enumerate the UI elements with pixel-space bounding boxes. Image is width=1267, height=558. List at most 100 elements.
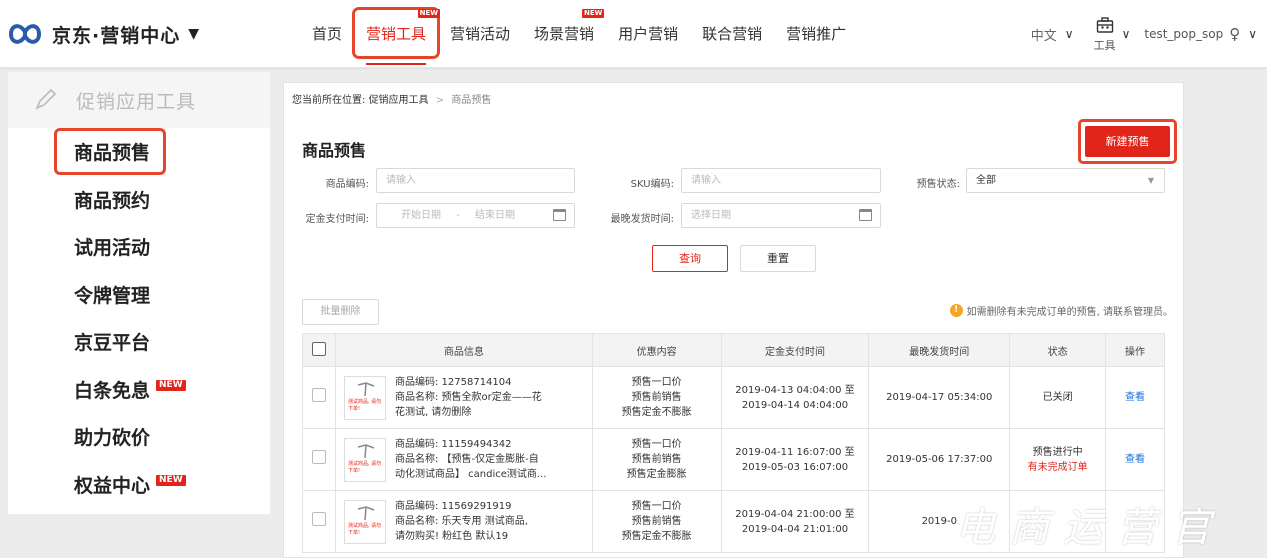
checkbox-cell [302, 490, 336, 553]
sidebar-item-label: 助力砍价 [74, 427, 151, 450]
sidebar-item-presale[interactable]: 商品预售 [8, 128, 270, 176]
deposit-cell: 2019-04-13 04:04:00 至 2019-04-14 04:04:0… [720, 366, 870, 429]
sidebar-item-label: 令牌管理 [74, 284, 151, 307]
product-code: 商品编码: 12758714104 [394, 377, 512, 388]
nav-marketing-tools[interactable]: 营销工具 NEW [352, 0, 441, 68]
product-thumbnail[interactable]: 测试商品, 请勿下单! [343, 437, 386, 482]
product-code: 商品编码: 11569291919 [394, 501, 512, 512]
chevron-down-icon[interactable]: ∨ [1065, 27, 1074, 41]
ship-cell: 2019-04-17 05:34:00 [868, 366, 1011, 429]
header-right: 中文 ∨ 工具 ∨ test_pop_sop ♀ ∨ [1031, 0, 1267, 68]
tools-menu[interactable]: 工具 [1094, 16, 1116, 53]
product-info-cell: 测试商品, 请勿下单! 商品编码: 11159494342 商品名称: 【预售-… [334, 428, 593, 491]
nav-user-marketing[interactable]: 用户营销 [606, 0, 690, 68]
select-value: 全部 [976, 175, 996, 186]
product-code-input[interactable]: 请输入 [376, 168, 575, 193]
sku-code-label: SKU编码: [630, 179, 674, 190]
toolbox-icon [1096, 16, 1113, 33]
product-thumbnail[interactable]: 测试商品, 请勿下单! [343, 499, 386, 544]
sidebar-item-trial[interactable]: 试用活动 [8, 223, 270, 271]
notice-text: 如需删除有未完成订单的预售, 请联系管理员。 [966, 307, 1173, 318]
sidebar-item-label: 权益中心 [74, 474, 151, 497]
sidebar-item-label: 白条免息 [74, 379, 151, 402]
product-code: 商品编码: 11159494342 [394, 439, 512, 450]
breadcrumb-separator: > [435, 95, 445, 106]
promo-cell: 预售一口价 预售前销售 预售定金不膨胀 [591, 490, 722, 553]
promo-line: 预售一口价 [631, 501, 682, 512]
nav-home[interactable]: 首页 [300, 0, 354, 68]
calendar-icon [553, 209, 566, 221]
nav-scene-marketing[interactable]: 场景营销 NEW [522, 0, 606, 68]
sidebar-item-baitiao[interactable]: 白条免息 NEW [8, 366, 270, 414]
product-name: 商品名称: 预售全款or定金——花 [394, 392, 542, 403]
nav-marketing-activities[interactable]: 营销活动 [438, 0, 522, 68]
presale-status-select[interactable]: 全部 ▼ [966, 168, 1165, 193]
nav-label: 营销活动 [450, 25, 511, 43]
highlight-box [54, 128, 166, 175]
row-checkbox[interactable] [311, 512, 326, 526]
product-name-cont: 花测试, 请勿删除 [394, 407, 472, 418]
sidebar-heading: 促销应用工具 [8, 72, 270, 128]
promo-line: 预售定金不膨胀 [621, 407, 692, 418]
select-all-cell [302, 333, 336, 367]
row-checkbox[interactable] [311, 450, 326, 464]
breadcrumb-prefix: 您当前所在位置: [292, 95, 366, 106]
sku-code-input[interactable]: 请输入 [681, 168, 881, 193]
sidebar-heading-label: 促销应用工具 [76, 90, 197, 113]
brand-logo[interactable]: 京东·营销中心 ▼ [8, 20, 199, 48]
main-nav: 首页 营销工具 NEW 营销活动 场景营销 NEW 用户营销 联合营销 营销推广 [300, 0, 858, 68]
promo-cell: 预售一口价 预售前销售 预售定金膨胀 [591, 428, 722, 491]
thumbnail-text: 测试商品, 请勿下单! [347, 522, 382, 536]
breadcrumb-current: 商品预售 [451, 95, 492, 106]
action-cell: 查看 [1105, 428, 1165, 491]
reset-button[interactable]: 重置 [740, 245, 816, 272]
pencil-icon [35, 88, 57, 110]
language-select[interactable]: 中文 [1031, 25, 1057, 44]
batch-delete-button[interactable]: 批量删除 [302, 299, 379, 325]
new-badge: NEW [156, 474, 186, 486]
sidebar-item-rights[interactable]: 权益中心 NEW [8, 461, 270, 509]
nav-promotion[interactable]: 营销推广 [774, 0, 858, 68]
new-badge: NEW [156, 379, 186, 391]
presale-status-label: 预售状态: [916, 179, 960, 190]
user-icon[interactable]: ♀ [1229, 25, 1240, 43]
col-promo: 优惠内容 [591, 333, 722, 367]
thumbnail-text: 测试商品, 请勿下单! [347, 460, 382, 474]
thumbnail-text: 测试商品, 请勿下单! [347, 398, 382, 412]
sidebar-item-bargain[interactable]: 助力砍价 [8, 413, 270, 461]
row-checkbox[interactable] [311, 388, 326, 402]
sidebar-item-token[interactable]: 令牌管理 [8, 271, 270, 319]
status-text: 预售进行中 [1032, 446, 1083, 458]
product-name-cont: 请勿购买! 粉红色 默认19 [394, 531, 509, 542]
nav-label: 联合营销 [702, 25, 763, 43]
select-all-checkbox[interactable] [311, 341, 326, 356]
sidebar-item-jingdou[interactable]: 京豆平台 [8, 318, 270, 366]
product-name: 商品名称: 【预售-仅定金膨胀-自 [394, 454, 539, 465]
chevron-down-icon[interactable]: ∨ [1248, 27, 1257, 41]
new-presale-button[interactable]: 新建预售 [1085, 126, 1170, 157]
brand-dropdown-icon[interactable]: ▼ [188, 26, 199, 42]
main-content: 您当前所在位置: 促销应用工具 > 商品预售 商品预售 新建预售 商品编码: 请… [283, 82, 1184, 558]
query-button[interactable]: 查询 [652, 245, 728, 272]
sidebar-item-label: 京豆平台 [74, 332, 151, 355]
brand-title: 京东·营销中心 [52, 24, 181, 47]
view-link[interactable]: 查看 [1125, 454, 1145, 465]
status-text: 已关闭 [1042, 392, 1073, 403]
product-thumbnail[interactable]: 测试商品, 请勿下单! [343, 375, 386, 420]
start-date: 开始日期 [401, 210, 441, 221]
new-badge: NEW [417, 9, 441, 18]
action-cell: 查看 [1105, 366, 1165, 429]
table-row: 测试商品, 请勿下单! 商品编码: 11159494342 商品名称: 【预售-… [302, 428, 1165, 491]
username[interactable]: test_pop_sop [1144, 27, 1223, 41]
promo-line: 预售前销售 [631, 454, 682, 465]
product-info: 测试商品, 请勿下单! 商品编码: 11159494342 商品名称: 【预售-… [336, 437, 592, 482]
deposit-cell: 2019-04-11 16:07:00 至 2019-05-03 16:07:0… [720, 428, 870, 491]
view-link[interactable]: 查看 [1125, 392, 1145, 403]
nav-joint-marketing[interactable]: 联合营销 [690, 0, 774, 68]
sidebar-item-label: 商品预约 [74, 189, 151, 212]
breadcrumb-parent[interactable]: 促销应用工具 [369, 95, 429, 106]
sidebar-item-reservation[interactable]: 商品预约 [8, 176, 270, 224]
deposit-date-range[interactable]: 开始日期 - 结束日期 [376, 203, 575, 228]
ship-date-input[interactable]: 选择日期 [681, 203, 881, 228]
chevron-down-icon[interactable]: ∨ [1122, 27, 1131, 41]
